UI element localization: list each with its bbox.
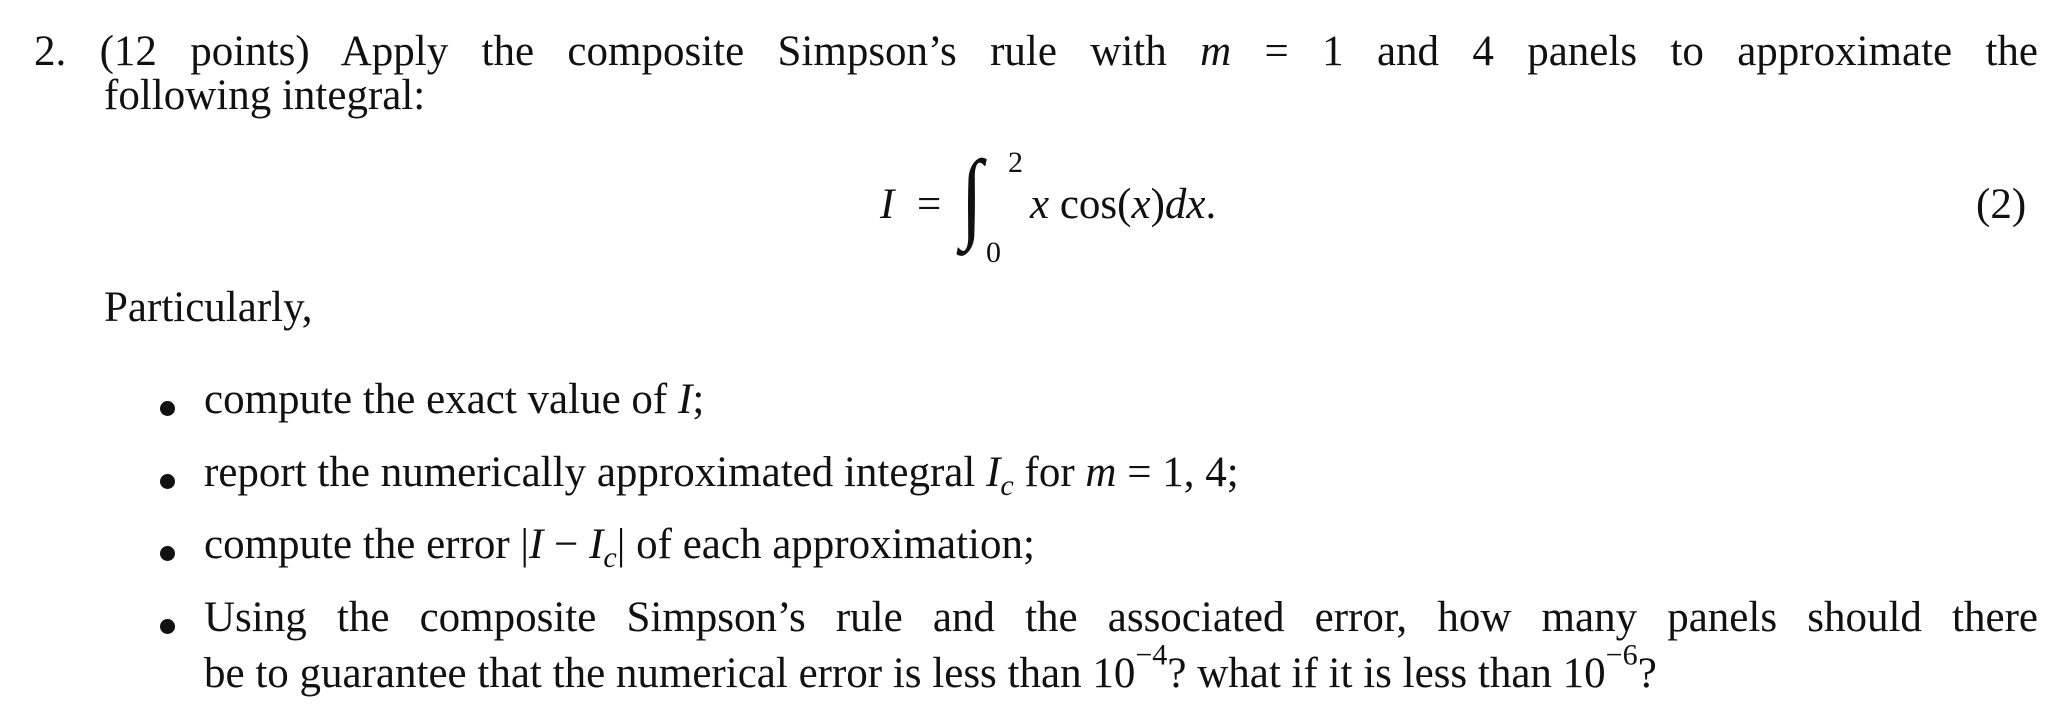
problem-text-2: 1 and 4 panels to approximate the (1322, 28, 2038, 75)
bullet-text: report the numerically approximated inte… (204, 449, 976, 496)
bullet-text: Using the composite Simpson’s rule and t… (204, 594, 2038, 641)
bullet-icon (160, 474, 175, 489)
math-Ic: I (589, 521, 604, 568)
bullet-text: compute the error (204, 521, 510, 568)
math-I: I (986, 449, 1001, 496)
integrand-arg: x (1131, 181, 1151, 228)
problem-points: (12 points) (99, 28, 310, 75)
integrand-x: x (1030, 181, 1050, 228)
math-values: = 1, 4; (1127, 449, 1239, 496)
bullet-text-end: ? (1637, 650, 1657, 697)
problem-statement-line-1: 2. (12 points) Apply the composite Simps… (34, 30, 2038, 73)
equation-number: (2) (1976, 181, 2027, 228)
math-subscript-c: c (603, 540, 617, 575)
problem-text-line-2: following integral: (104, 72, 426, 119)
problem-text: Apply the composite Simpson’s rule with (340, 28, 1167, 75)
integrand-cos: cos( (1059, 181, 1132, 228)
equation-period: . (1205, 181, 1217, 228)
math-I: I (678, 376, 693, 423)
equation-equals: = (917, 181, 942, 228)
math-m: m (1200, 28, 1232, 75)
bullet-punct: ; (692, 376, 705, 423)
equation-integrand: x cos(x)dx. (1030, 183, 1216, 226)
bullet-text-for: for (1024, 449, 1075, 496)
bullet-icon (160, 546, 175, 561)
integral-sign: ∫ (960, 140, 983, 251)
math-equals: = (1264, 28, 1289, 75)
integral-lower-limit: 0 (986, 236, 1001, 269)
bullet-icon (160, 619, 175, 634)
bullet-text-end: of each approximation; (636, 521, 1035, 568)
math-subscript-c: c (1000, 468, 1014, 503)
integrand-close: ) (1150, 181, 1165, 228)
math-I: I (529, 521, 544, 568)
list-item-text-line-2: be to guarantee that the numerical error… (204, 639, 1657, 697)
particularly-text: Particularly, (104, 284, 313, 331)
equation-lhs: I (880, 181, 895, 228)
math-minus: − (543, 521, 590, 568)
bullet-text: compute the exact value of (204, 376, 668, 423)
bullet-icon (160, 401, 175, 416)
integral-upper-limit: 2 (1008, 146, 1023, 179)
list-item-text: compute the exact value of I; (204, 378, 704, 421)
math-exponent: −4 (1135, 637, 1168, 672)
bullet-text-mid: ? what if it is less than 10 (1167, 650, 1606, 697)
bullet-text: be to guarantee that the numerical error… (204, 650, 1136, 697)
math-exponent: −6 (1605, 637, 1638, 672)
math-m: m (1085, 449, 1117, 496)
list-item-text: report the numerically approximated inte… (204, 449, 1239, 500)
abs-close: | (616, 521, 626, 568)
list-item-text: compute the error |I − Ic| of each appro… (204, 521, 1035, 572)
list-item-text-line-1: Using the composite Simpson’s rule and t… (204, 596, 2038, 639)
abs-open: | (520, 521, 529, 568)
problem-number: 2. (34, 28, 67, 75)
integrand-dx: dx (1164, 181, 1206, 228)
problem-statement-line-2: following integral: (104, 74, 425, 117)
